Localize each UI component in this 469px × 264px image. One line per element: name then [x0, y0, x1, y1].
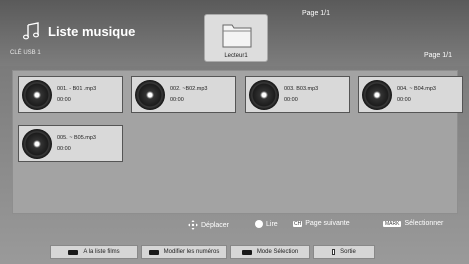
exit-button[interactable]: Sortie: [313, 245, 375, 259]
help-bar: Déplacer Lire CH Page suivante MARK Séle…: [0, 217, 469, 231]
track-duration: 00:00: [57, 145, 71, 152]
device-label: CLÉ USB 1: [10, 50, 41, 56]
movie-list-label: A la liste films: [83, 249, 120, 255]
list-item[interactable]: 002. ~B02.mp3 00:00: [131, 76, 236, 113]
red-key-icon: [68, 249, 79, 255]
page-title: Liste musique: [48, 23, 136, 39]
edit-numbers-label: Modifier les numéros: [163, 249, 220, 255]
disc-icon: [249, 79, 279, 110]
mark-key-icon: MARK: [383, 220, 402, 227]
disc-icon: [135, 79, 165, 110]
disc-icon: [22, 79, 52, 110]
track-name: 003. B03.mp3: [284, 85, 319, 92]
track-duration: 00:00: [397, 96, 411, 103]
list-item[interactable]: 003. B03.mp3 00:00: [245, 76, 350, 113]
folder-button[interactable]: Lecteur1: [204, 14, 268, 62]
music-note-icon: [22, 22, 40, 40]
selection-mode-label: Mode Sélection: [256, 249, 299, 255]
green-key-icon: [148, 249, 159, 255]
track-name: 005. ~ B05.mp3: [57, 134, 96, 141]
track-name: 001. - B01 .mp3: [57, 85, 97, 92]
navigation-arrows-icon: [188, 220, 198, 230]
edit-numbers-button[interactable]: Modifier les numéros: [141, 245, 227, 259]
list-item[interactable]: 001. - B01 .mp3 00:00: [18, 76, 123, 113]
page-indicator-top: Page 1/1: [302, 10, 331, 17]
ok-button-icon: [255, 220, 263, 228]
hint-move: Déplacer: [188, 220, 229, 230]
hint-next-page-label: Page suivante: [305, 220, 350, 227]
app-title: Liste musique: [22, 22, 135, 40]
channel-key-icon: CH: [293, 220, 303, 227]
folder-icon: [222, 24, 252, 48]
track-duration: 00:00: [57, 96, 71, 103]
header: Liste musique CLÉ USB 1 Page 1/1 Page 1/…: [0, 0, 469, 66]
hint-select-label: Sélectionner: [404, 220, 444, 227]
hint-play-label: Lire: [266, 220, 278, 228]
folder-label: Lecteur1: [224, 53, 248, 59]
list-item[interactable]: 004. ~ B04.mp3 00:00: [358, 76, 463, 113]
hint-next-page: CH Page suivante: [293, 220, 350, 227]
exit-key-icon: [332, 249, 336, 255]
selection-mode-button[interactable]: Mode Sélection: [230, 245, 310, 259]
hint-move-label: Déplacer: [201, 221, 230, 229]
track-duration: 00:00: [284, 96, 298, 103]
music-list-screen: Liste musique CLÉ USB 1 Page 1/1 Page 1/…: [0, 0, 469, 264]
movie-list-button[interactable]: A la liste films: [50, 245, 138, 259]
file-list-panel: 001. - B01 .mp3 00:00 002. ~B02.mp3 00:0…: [12, 70, 463, 214]
yellow-key-icon: [241, 249, 252, 255]
track-name: 002. ~B02.mp3: [170, 85, 208, 92]
list-item[interactable]: 005. ~ B05.mp3 00:00: [18, 125, 123, 162]
track-name: 004. ~ B04.mp3: [397, 85, 436, 92]
function-button-bar: A la liste films Modifier les numéros Mo…: [50, 245, 375, 259]
hint-select: MARK Sélectionner: [383, 220, 443, 227]
disc-icon: [362, 79, 392, 110]
page-indicator-right: Page 1/1: [423, 52, 452, 59]
hint-play: Lire: [255, 220, 278, 228]
track-duration: 00:00: [170, 96, 184, 103]
disc-icon: [22, 128, 52, 159]
exit-label: Sortie: [340, 249, 356, 255]
